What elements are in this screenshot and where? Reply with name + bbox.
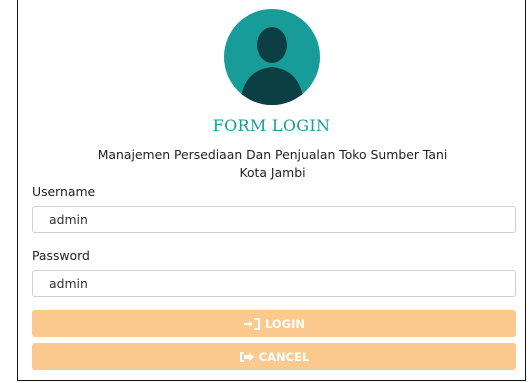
form-title: FORM LOGIN	[212, 116, 331, 135]
cancel-button-label: CANCEL	[258, 349, 310, 364]
sign-in-icon	[243, 317, 261, 330]
app-subtitle: Manajemen Persediaan Dan Penjualan Toko …	[24, 146, 521, 182]
sign-out-icon	[239, 351, 255, 363]
username-input[interactable]	[32, 206, 516, 233]
login-button-label: LOGIN	[264, 316, 306, 331]
subtitle-line-1: Manajemen Persediaan Dan Penjualan Toko …	[97, 147, 448, 162]
login-panel: FORM LOGIN Manajemen Persediaan Dan Penj…	[17, 0, 526, 381]
password-input[interactable]	[32, 270, 516, 297]
subtitle-line-2: Kota Jambi	[239, 165, 306, 180]
username-label: Username	[32, 184, 96, 199]
login-button[interactable]: LOGIN	[32, 310, 516, 337]
password-label: Password	[32, 248, 90, 263]
user-avatar-icon	[224, 9, 320, 105]
cancel-button[interactable]: CANCEL	[32, 343, 516, 370]
